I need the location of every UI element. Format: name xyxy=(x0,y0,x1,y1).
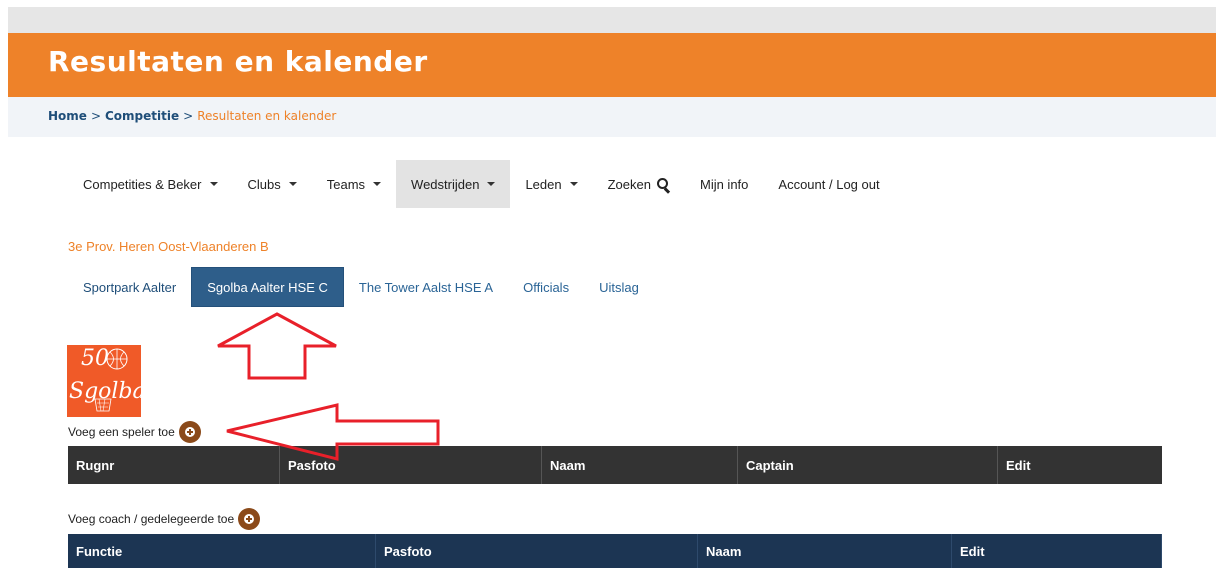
nav-clubs[interactable]: Clubs xyxy=(233,160,312,208)
tab-sgolba-aalter-hse-c[interactable]: Sgolba Aalter HSE C xyxy=(191,267,344,307)
nav-label: Account / Log out xyxy=(778,176,880,192)
column-header[interactable]: Edit xyxy=(952,534,1162,568)
breadcrumb-competitie-link[interactable]: Competitie xyxy=(105,109,179,123)
nav-mijn-info[interactable]: Mijn info xyxy=(685,160,763,208)
logo-wordmark: Sgolba xyxy=(69,379,141,404)
annotation-up-arrow xyxy=(217,312,337,380)
add-coach-row: Voeg coach / gedelegeerde toe xyxy=(68,508,261,530)
column-header[interactable]: Rugnr xyxy=(68,446,280,484)
add-coach-button[interactable] xyxy=(238,508,261,530)
page-title: Resultaten en kalender xyxy=(48,45,428,78)
nav-zoeken[interactable]: Zoeken xyxy=(593,160,685,208)
nav-label: Clubs xyxy=(247,176,281,192)
column-header[interactable]: Naam xyxy=(542,446,738,484)
main-nav: Competities & Beker Clubs Teams Wedstrij… xyxy=(68,160,895,208)
nav-label: Wedstrijden xyxy=(411,176,480,192)
club-logo: 50 Sgolba xyxy=(67,345,141,417)
nav-label: Teams xyxy=(326,176,366,192)
caret-down-icon xyxy=(373,182,382,186)
add-player-row: Voeg een speler toe xyxy=(68,421,201,443)
search-icon xyxy=(656,177,671,193)
tab-the-tower-aalst-hse-a[interactable]: The Tower Aalst HSE A xyxy=(344,267,508,307)
coaches-table-header: Functie Pasfoto Naam Edit xyxy=(68,534,1162,568)
nav-label: Zoeken xyxy=(607,176,651,192)
top-strip xyxy=(8,7,1216,33)
breadcrumb: Home > Competitie > Resultaten en kalender xyxy=(48,109,336,123)
column-header[interactable]: Edit xyxy=(998,446,1162,484)
column-header[interactable]: Pasfoto xyxy=(376,534,698,568)
nav-label: Mijn info xyxy=(699,176,749,192)
nav-leden[interactable]: Leden xyxy=(510,160,592,208)
tab-officials[interactable]: Officials xyxy=(508,267,584,307)
add-player-label: Voeg een speler toe xyxy=(68,425,175,439)
breadcrumb-separator: > xyxy=(90,109,101,123)
column-header[interactable]: Pasfoto xyxy=(280,446,542,484)
tab-sportpark-aalter[interactable]: Sportpark Aalter xyxy=(68,267,191,307)
logo-number: 50 xyxy=(81,346,109,371)
breadcrumb-separator: > xyxy=(183,109,194,123)
match-subtabs: Sportpark Aalter Sgolba Aalter HSE C The… xyxy=(68,267,654,307)
players-table-header: Rugnr Pasfoto Naam Captain Edit xyxy=(68,446,1162,484)
nav-teams[interactable]: Teams xyxy=(312,160,396,208)
division-title: 3e Prov. Heren Oost-Vlaanderen B xyxy=(68,239,269,254)
nav-label: Leden xyxy=(525,176,562,192)
column-header[interactable]: Captain xyxy=(738,446,998,484)
caret-down-icon xyxy=(569,182,578,186)
breadcrumb-home-link[interactable]: Home xyxy=(48,109,87,123)
nav-wedstrijden[interactable]: Wedstrijden xyxy=(396,160,511,208)
add-coach-label: Voeg coach / gedelegeerde toe xyxy=(68,512,235,526)
tab-uitslag[interactable]: Uitslag xyxy=(584,267,654,307)
column-header[interactable]: Naam xyxy=(698,534,952,568)
nav-competities-beker[interactable]: Competities & Beker xyxy=(68,160,233,208)
nav-account-logout[interactable]: Account / Log out xyxy=(763,160,894,208)
column-header[interactable]: Functie xyxy=(68,534,376,568)
page-banner: Resultaten en kalender xyxy=(8,33,1216,97)
add-player-button[interactable] xyxy=(178,421,201,443)
caret-down-icon xyxy=(288,182,297,186)
plus-circle-icon xyxy=(184,427,195,437)
plus-circle-icon xyxy=(244,514,255,524)
caret-down-icon xyxy=(209,182,218,186)
caret-down-icon xyxy=(487,182,496,186)
nav-label: Competities & Beker xyxy=(83,176,202,192)
breadcrumb-current: Resultaten en kalender xyxy=(197,109,337,123)
breadcrumb-bar: Home > Competitie > Resultaten en kalender xyxy=(8,97,1216,137)
